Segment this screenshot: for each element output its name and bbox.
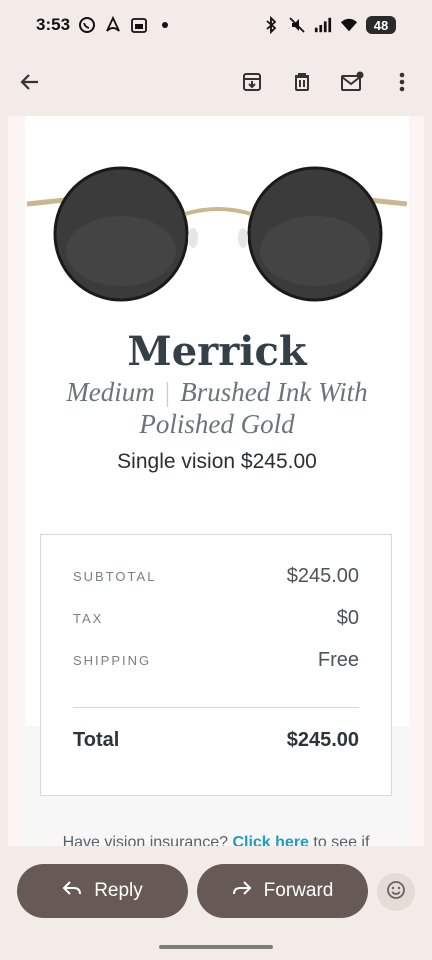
mark-unread-icon[interactable]: [336, 66, 368, 98]
subtotal-value: $245.00: [286, 565, 359, 587]
shipping-value: Free: [317, 649, 359, 671]
status-bar: 3:53 48: [0, 0, 432, 50]
tax-value: $0: [336, 607, 359, 629]
order-summary-table: SUBTOTAL $245.00 TAX $0 SHIPPING Free To…: [40, 534, 392, 796]
insurance-text-after: to see if: [308, 834, 370, 846]
insurance-note: Have vision insurance? Click here to see…: [8, 834, 424, 846]
signal-icon: [314, 16, 332, 34]
total-value: $245.00: [286, 729, 359, 751]
product-name: Merrick: [127, 328, 307, 375]
mute-icon: [288, 16, 306, 34]
more-vert-icon[interactable]: [386, 66, 418, 98]
sunglasses-image: [26, 166, 408, 302]
shipping-row: SHIPPING Free: [73, 649, 359, 672]
home-indicator[interactable]: [159, 945, 273, 949]
app-bar-actions: [236, 66, 418, 98]
email-app-bar: [0, 56, 432, 108]
product-size: Medium: [66, 377, 155, 407]
product-price: Single vision $245.00: [117, 450, 317, 473]
back-arrow-icon[interactable]: [14, 66, 46, 98]
airbnb-icon: [104, 16, 122, 34]
total-label: Total: [73, 729, 120, 751]
wifi-icon: [340, 16, 358, 34]
tax-label: TAX: [73, 611, 104, 626]
summary-divider: [73, 707, 359, 708]
variant-separator: |: [164, 377, 171, 407]
archive-icon[interactable]: [236, 66, 268, 98]
forward-icon: [232, 879, 252, 903]
clock: 3:53: [36, 15, 71, 34]
subtotal-label: SUBTOTAL: [73, 569, 157, 584]
tax-row: TAX $0: [73, 607, 359, 630]
bluetooth-icon: [262, 16, 280, 34]
dot-icon: [156, 16, 174, 34]
insurance-text-before: Have vision insurance?: [62, 834, 233, 846]
click-here-link[interactable]: Click here: [232, 834, 308, 846]
emoji-react-button[interactable]: [377, 873, 415, 911]
subtotal-row: SUBTOTAL $245.00: [73, 565, 359, 588]
product-color-line1: Brushed Ink With: [180, 377, 368, 407]
product-variant: Medium | Brushed Ink With Polished Gold: [25, 376, 409, 440]
shipping-label: SHIPPING: [73, 653, 152, 668]
delete-icon[interactable]: [286, 66, 318, 98]
email-action-bar: Reply Forward: [0, 856, 432, 926]
whatsapp-icon: [78, 16, 96, 34]
reply-icon: [62, 879, 82, 903]
battery-icon: 48: [366, 16, 396, 34]
status-left: 3:53: [36, 15, 174, 35]
calendar-icon: [130, 16, 148, 34]
total-row: Total $245.00: [73, 729, 359, 752]
emoji-icon: [386, 880, 406, 905]
reply-label: Reply: [94, 880, 143, 901]
status-right: 48: [262, 16, 396, 34]
forward-button[interactable]: Forward: [197, 864, 368, 918]
forward-label: Forward: [263, 880, 334, 901]
email-body[interactable]: Merrick Medium | Brushed Ink With Polished…: [8, 116, 424, 846]
reply-button[interactable]: Reply: [17, 864, 188, 918]
product-color-line2: Polished Gold: [139, 409, 295, 439]
